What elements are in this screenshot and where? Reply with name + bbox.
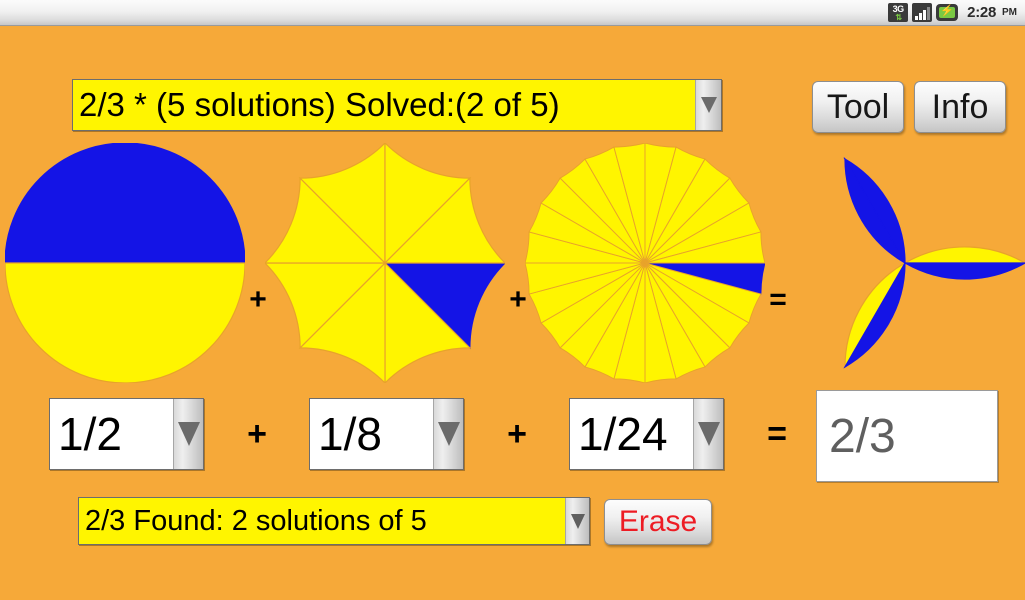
fraction-spinner-2[interactable]: 1/24: [569, 398, 724, 470]
tool-button[interactable]: Tool: [812, 81, 904, 133]
chevron-down-icon: [437, 422, 460, 446]
pie-svg: [843, 156, 1025, 370]
status-bar-time: 2:28: [967, 4, 996, 21]
chevron-down-icon: [570, 513, 585, 529]
3g-icon: 3G ⇅: [888, 3, 909, 22]
fraction-spinner-0-dropdown-icon[interactable]: [173, 399, 203, 469]
fraction-operator-1: +: [507, 415, 527, 453]
status-bar-ampm: PM: [1002, 7, 1017, 18]
signal-bar-1: [914, 16, 918, 20]
chevron-down-icon: [697, 422, 720, 446]
pie-chart-term-0[interactable]: [5, 143, 245, 383]
fraction-spinner-2-dropdown-icon[interactable]: [693, 399, 723, 469]
signal-icon: [912, 3, 933, 22]
fraction-operator-2: =: [767, 415, 787, 453]
found-solutions-spinner[interactable]: 2/3 Found: 2 solutions of 5: [78, 497, 590, 545]
signal-bar-4: [926, 7, 930, 20]
pie-chart-result[interactable]: [785, 143, 1025, 383]
problem-spinner-value: 2/3 * (5 solutions) Solved:(2 of 5): [73, 80, 695, 130]
fraction-spinner-1-value: 1/8: [318, 408, 382, 460]
fraction-operator-0: +: [247, 415, 267, 453]
chevron-down-icon: [177, 422, 200, 446]
fraction-spinner-0[interactable]: 1/2: [49, 398, 204, 470]
erase-button[interactable]: Erase: [604, 499, 712, 545]
problem-spinner-dropdown-icon[interactable]: [695, 80, 721, 130]
battery-cell: ⚡: [939, 5, 956, 18]
pie-operator-1: +: [509, 283, 527, 316]
pie-chart-term-1[interactable]: [265, 143, 505, 383]
result-field: 2/3: [816, 390, 998, 482]
fraction-spinner-2-value: 1/24: [578, 408, 668, 460]
3g-icon-arrows: ⇅: [895, 13, 902, 22]
battery-charging-bolt: ⚡: [940, 5, 955, 17]
pie-operator-2: =: [769, 283, 787, 316]
pie-operator-0: +: [249, 283, 267, 316]
pie-slice[interactable]: [5, 143, 245, 264]
problem-spinner[interactable]: 2/3 * (5 solutions) Solved:(2 of 5): [72, 79, 722, 131]
fraction-spinner-1[interactable]: 1/8: [309, 398, 464, 470]
fraction-spinner-1-dropdown-icon[interactable]: [433, 399, 463, 469]
chevron-down-icon: [700, 97, 717, 113]
android-status-bar: 3G ⇅ ⚡ 2:28 PM: [0, 0, 1025, 26]
signal-bar-3: [922, 10, 926, 20]
found-solutions-value: 2/3 Found: 2 solutions of 5: [79, 498, 565, 544]
app-root: 3G ⇅ ⚡ 2:28 PM 2/3 * (5 solutions) Solve…: [0, 0, 1025, 600]
pie-svg: [5, 143, 245, 383]
pie-svg: [525, 143, 765, 383]
battery-icon: ⚡: [936, 4, 959, 21]
fraction-spinner-0-value: 1/2: [58, 408, 122, 460]
info-button[interactable]: Info: [914, 81, 1006, 133]
pie-chart-term-2[interactable]: [525, 143, 765, 383]
pie-slice[interactable]: [5, 262, 245, 383]
status-icons: 3G ⇅ ⚡ 2:28 PM: [888, 3, 1017, 22]
signal-bar-2: [918, 13, 922, 20]
found-solutions-dropdown-icon[interactable]: [565, 498, 589, 544]
pie-svg: [265, 143, 505, 383]
